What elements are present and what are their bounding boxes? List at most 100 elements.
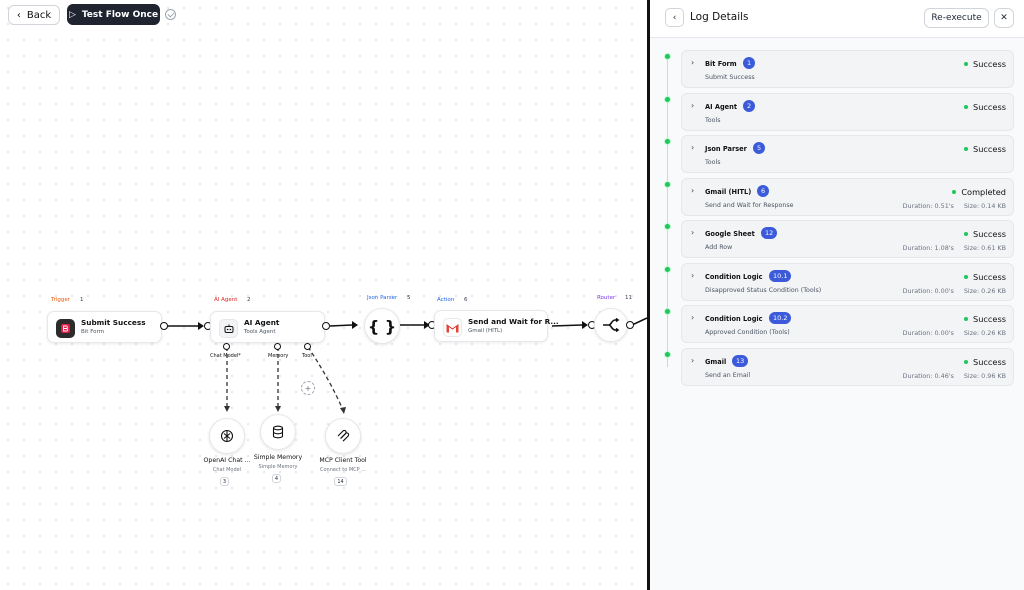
chevron-right-icon[interactable]: ›: [691, 271, 694, 280]
log-entry-title: Google Sheet: [705, 230, 755, 238]
log-entry[interactable]: › Condition Logic 10.1 Disapproved Status C…: [681, 262, 1014, 301]
log-entry-badge: 10.1: [769, 269, 792, 282]
log-entry-status: Success: [964, 229, 1006, 239]
log-entry-subtitle: Tools: [705, 159, 721, 166]
log-entry-badge: 5: [753, 142, 766, 154]
mcp-client-node[interactable]: [325, 418, 361, 454]
log-entry-status: Success: [964, 357, 1006, 367]
log-entry-status-text: Success: [973, 101, 1006, 112]
log-panel-title: Log Details: [690, 11, 749, 23]
mcp-node-title: MCP Client Tool: [319, 457, 367, 464]
log-entry-duration: Duration: 1.08's: [902, 244, 954, 252]
agent-node-subtitle: Tools Agent: [244, 329, 276, 335]
ai-agent-node[interactable]: AI Agent Tools Agent: [210, 311, 325, 343]
status-dot-icon: [952, 189, 957, 194]
trigger-output-handle[interactable]: [160, 322, 168, 330]
log-entry-duration: Duration: 0.46's: [902, 371, 954, 380]
log-entry-size: Size: 0.96 KB: [963, 371, 1006, 380]
json-category-label: Json Parser: [367, 295, 398, 301]
trigger-node[interactable]: Submit Success Bit Form: [47, 311, 162, 343]
log-entry-badge: 10.2: [769, 312, 792, 324]
log-entry-status-text: Success: [973, 59, 1006, 69]
openai-icon: [220, 429, 234, 443]
add-tool-button[interactable]: +: [301, 381, 315, 395]
log-entry[interactable]: › Bit Form 1 Submit Success Success: [681, 50, 1014, 88]
log-entry-duration: Duration: 0.00's: [902, 286, 954, 295]
openai-node-number: 3: [220, 477, 229, 486]
log-entry[interactable]: › AI Agent 2 Tools Success: [681, 92, 1014, 131]
chevron-right-icon[interactable]: ›: [691, 58, 694, 67]
log-entry-subtitle: Approved Condition (Tools): [705, 329, 790, 336]
timeline-status-dot: [664, 265, 671, 273]
gmail-icon: [443, 318, 462, 337]
openai-node-title: OpenAI Chat ...: [203, 457, 251, 464]
connections: [166, 317, 647, 414]
log-entry-title: Gmail (HITL): [705, 187, 752, 196]
timeline-status-dot: [664, 138, 671, 145]
memory-node-number: 4: [272, 474, 281, 483]
log-entry-title: AI Agent: [705, 102, 737, 111]
log-entry-subtitle: Send and Wait for Response: [705, 201, 794, 209]
close-panel-button[interactable]: ✕: [994, 8, 1014, 28]
gmail-hitl-node[interactable]: Send and Wait for R... Gmail (HITL): [434, 310, 559, 342]
chevron-right-icon[interactable]: ›: [691, 101, 694, 110]
trigger-node-title: Submit Success: [81, 318, 146, 327]
simple-memory-node[interactable]: [260, 414, 296, 450]
collapse-panel-button[interactable]: ‹: [665, 8, 684, 27]
openai-node[interactable]: [209, 418, 245, 454]
memory-port[interactable]: [274, 343, 281, 350]
log-entry-status: Completed: [952, 187, 1006, 197]
tool-port-label: Tool: [302, 353, 312, 359]
openai-node-subtitle: Chat Model: [212, 467, 242, 473]
log-entry[interactable]: › Json Parser 5 Tools Success: [681, 135, 1014, 173]
memory-port-label: Memory: [268, 353, 289, 359]
log-entry[interactable]: › Google Sheet 12 Add Row Success Duration: 1…: [681, 220, 1014, 258]
mcp-node-subtitle: Connect to MCP ...: [319, 467, 367, 473]
log-entry-status: Success: [964, 144, 1006, 154]
log-entry[interactable]: › Condition Logic 10.2 Approved Condition (…: [681, 305, 1014, 343]
router-category-label: Router: [597, 295, 616, 301]
status-dot-icon: [964, 147, 969, 151]
log-entry-status-text: Success: [973, 144, 1006, 154]
router-node[interactable]: [594, 308, 628, 342]
timeline-status-dot: [664, 180, 671, 188]
log-entry-status-text: Success: [973, 314, 1006, 324]
log-entry[interactable]: › Gmail (HITL) 6 Send and Wait for Response…: [681, 177, 1014, 216]
close-icon: ✕: [1000, 13, 1008, 23]
gmail-node-title: Send and Wait for R...: [468, 317, 559, 326]
chevron-left-icon: ‹: [672, 12, 677, 23]
log-entry-status: Success: [964, 102, 1006, 112]
json-parser-node[interactable]: { }: [364, 308, 400, 344]
gmail-node-number: 6: [464, 297, 468, 303]
log-entry-title: Condition Logic: [705, 315, 763, 323]
memory-node-title: Simple Memory: [253, 454, 303, 461]
log-entry-subtitle: Send an Email: [705, 371, 751, 379]
log-entry-size: Size: 0.14 KB: [963, 201, 1006, 210]
log-entry[interactable]: › Gmail 13 Send an Email Success Duration: 0.…: [681, 347, 1014, 386]
timeline-line: [667, 57, 668, 367]
tool-port[interactable]: [304, 343, 311, 350]
agent-output-handle[interactable]: [322, 322, 330, 330]
re-execute-button[interactable]: Re-execute: [924, 8, 989, 28]
chevron-right-icon[interactable]: ›: [691, 186, 694, 195]
status-dot-icon: [964, 104, 969, 109]
agent-category-label: AI Agent: [214, 297, 238, 303]
timeline-status-dot: [664, 95, 671, 103]
log-entry-meta: Duration: 1.08's Size: 0.61 KB: [893, 244, 1006, 252]
chevron-right-icon[interactable]: ›: [691, 143, 694, 152]
agent-node-number: 2: [247, 297, 251, 303]
log-entry-status-text: Success: [973, 271, 1006, 282]
log-entry-status-text: Success: [973, 356, 1006, 367]
router-output-handle[interactable]: [626, 321, 634, 329]
status-dot-icon: [964, 232, 969, 236]
chevron-right-icon[interactable]: ›: [691, 228, 694, 237]
chevron-right-icon[interactable]: ›: [691, 313, 694, 322]
chevron-right-icon[interactable]: ›: [691, 356, 694, 365]
log-entry-badge: 2: [743, 99, 756, 112]
log-entry-size: Size: 0.26 KB: [963, 329, 1006, 337]
router-split-icon: [603, 318, 620, 332]
chat-model-port[interactable]: [223, 343, 230, 350]
status-dot-icon: [964, 317, 969, 321]
workflow-canvas[interactable]: ‹ Back ▷ Test Flow Once Trigger 1 Submit…: [0, 0, 647, 590]
log-entry-badge: 6: [757, 184, 770, 197]
